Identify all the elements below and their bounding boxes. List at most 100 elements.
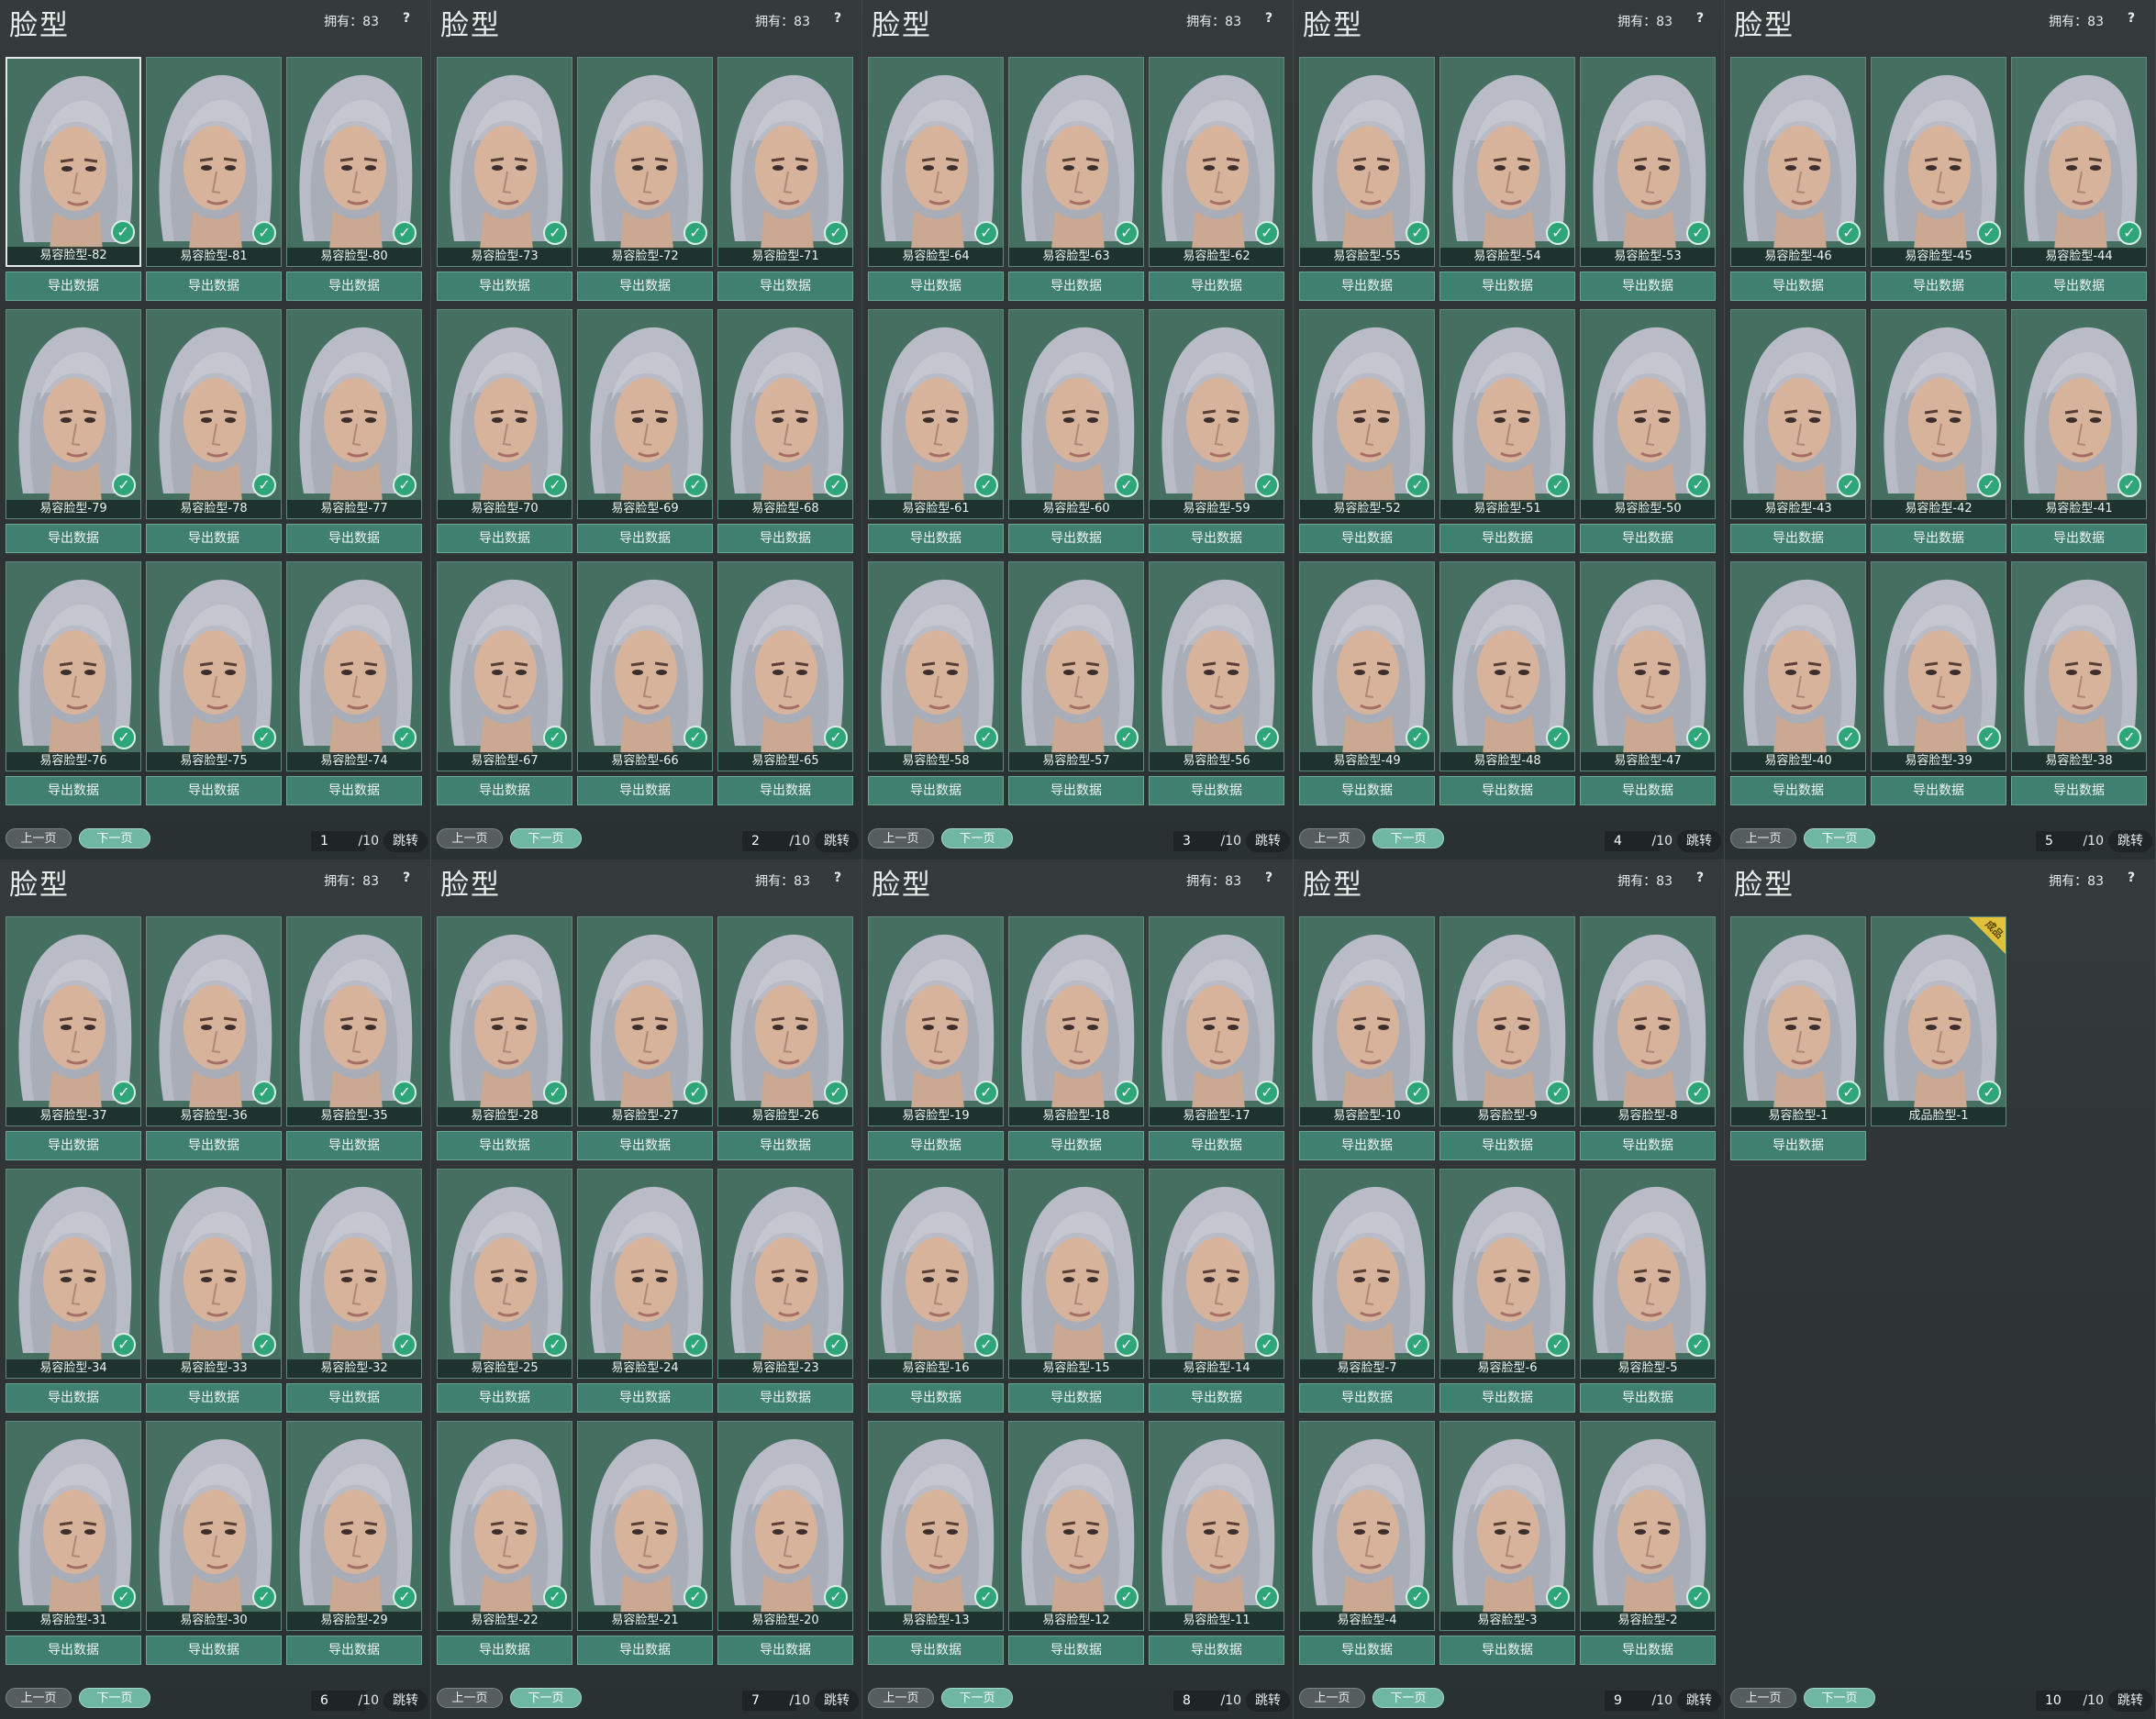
export-data-button[interactable]: 导出数据 xyxy=(1580,776,1716,805)
export-data-button[interactable]: 导出数据 xyxy=(1008,1131,1144,1160)
face-card[interactable]: ✓ 易容脸型-22 xyxy=(437,1421,572,1631)
face-card[interactable]: ✓ 易容脸型-64 xyxy=(868,57,1004,267)
export-data-button[interactable]: 导出数据 xyxy=(868,1636,1004,1665)
help-icon[interactable]: ? xyxy=(828,869,847,887)
export-data-button[interactable]: 导出数据 xyxy=(1149,1636,1284,1665)
help-icon[interactable]: ? xyxy=(1260,869,1278,887)
next-page-button[interactable]: 下一页 xyxy=(79,828,150,848)
export-data-button[interactable]: 导出数据 xyxy=(437,272,572,301)
face-card[interactable]: ✓ 易容脸型-30 xyxy=(146,1421,282,1631)
face-card[interactable]: ✓ 易容脸型-40 xyxy=(1730,561,1866,771)
face-card[interactable]: ✓ 易容脸型-68 xyxy=(717,309,853,519)
export-data-button[interactable]: 导出数据 xyxy=(6,1131,141,1160)
face-card[interactable]: ✓ 易容脸型-44 xyxy=(2011,57,2147,267)
face-card[interactable]: ✓ 易容脸型-19 xyxy=(868,916,1004,1126)
export-data-button[interactable]: 导出数据 xyxy=(1730,272,1866,301)
face-card[interactable]: ✓ 易容脸型-26 xyxy=(717,916,853,1126)
face-card[interactable]: ✓ 易容脸型-18 xyxy=(1008,916,1144,1126)
face-card[interactable]: ✓ 易容脸型-58 xyxy=(868,561,1004,771)
jump-button[interactable]: 跳转 xyxy=(1677,830,1721,852)
export-data-button[interactable]: 导出数据 xyxy=(1149,272,1284,301)
jump-button[interactable]: 跳转 xyxy=(1246,1690,1290,1712)
export-data-button[interactable]: 导出数据 xyxy=(437,1636,572,1665)
prev-page-button[interactable]: 上一页 xyxy=(1299,828,1365,848)
export-data-button[interactable]: 导出数据 xyxy=(1299,1636,1435,1665)
prev-page-button[interactable]: 上一页 xyxy=(6,828,72,848)
face-card[interactable]: ✓ 易容脸型-6 xyxy=(1439,1169,1575,1379)
export-data-button[interactable]: 导出数据 xyxy=(1299,1131,1435,1160)
face-card[interactable]: ✓ 易容脸型-28 xyxy=(437,916,572,1126)
face-card[interactable]: ✓ 易容脸型-52 xyxy=(1299,309,1435,519)
export-data-button[interactable]: 导出数据 xyxy=(1439,272,1575,301)
face-card[interactable]: ✓ 易容脸型-48 xyxy=(1439,561,1575,771)
face-card[interactable]: ✓ 易容脸型-57 xyxy=(1008,561,1144,771)
export-data-button[interactable]: 导出数据 xyxy=(146,524,282,553)
face-card[interactable]: ✓ 易容脸型-80 xyxy=(286,57,422,267)
next-page-button[interactable]: 下一页 xyxy=(510,1688,582,1708)
export-data-button[interactable]: 导出数据 xyxy=(577,776,713,805)
export-data-button[interactable]: 导出数据 xyxy=(437,1383,572,1413)
face-card[interactable]: ✓ 易容脸型-72 xyxy=(577,57,713,267)
face-card[interactable]: ✓ 成品脸型-1 成品 xyxy=(1871,916,2006,1126)
face-card[interactable]: ✓ 易容脸型-62 xyxy=(1149,57,1284,267)
export-data-button[interactable]: 导出数据 xyxy=(286,776,422,805)
export-data-button[interactable]: 导出数据 xyxy=(1008,1383,1144,1413)
face-card[interactable]: ✓ 易容脸型-2 xyxy=(1580,1421,1716,1631)
export-data-button[interactable]: 导出数据 xyxy=(1730,776,1866,805)
face-card[interactable]: ✓ 易容脸型-7 xyxy=(1299,1169,1435,1379)
prev-page-button[interactable]: 上一页 xyxy=(1730,1688,1796,1708)
export-data-button[interactable]: 导出数据 xyxy=(1149,1383,1284,1413)
face-card[interactable]: ✓ 易容脸型-71 xyxy=(717,57,853,267)
face-card[interactable]: ✓ 易容脸型-24 xyxy=(577,1169,713,1379)
face-card[interactable]: ✓ 易容脸型-36 xyxy=(146,916,282,1126)
export-data-button[interactable]: 导出数据 xyxy=(1871,524,2006,553)
export-data-button[interactable]: 导出数据 xyxy=(1580,272,1716,301)
face-card[interactable]: ✓ 易容脸型-56 xyxy=(1149,561,1284,771)
next-page-button[interactable]: 下一页 xyxy=(1804,828,1875,848)
next-page-button[interactable]: 下一页 xyxy=(1373,828,1444,848)
export-data-button[interactable]: 导出数据 xyxy=(868,1131,1004,1160)
help-icon[interactable]: ? xyxy=(1260,9,1278,28)
face-card[interactable]: ✓ 易容脸型-75 xyxy=(146,561,282,771)
export-data-button[interactable]: 导出数据 xyxy=(286,1131,422,1160)
face-card[interactable]: ✓ 易容脸型-39 xyxy=(1871,561,2006,771)
face-card[interactable]: ✓ 易容脸型-12 xyxy=(1008,1421,1144,1631)
export-data-button[interactable]: 导出数据 xyxy=(2011,272,2147,301)
face-card[interactable]: ✓ 易容脸型-66 xyxy=(577,561,713,771)
jump-button[interactable]: 跳转 xyxy=(383,830,428,852)
face-card[interactable]: ✓ 易容脸型-63 xyxy=(1008,57,1144,267)
export-data-button[interactable]: 导出数据 xyxy=(717,776,853,805)
export-data-button[interactable]: 导出数据 xyxy=(868,776,1004,805)
help-icon[interactable]: ? xyxy=(828,9,847,28)
export-data-button[interactable]: 导出数据 xyxy=(286,272,422,301)
export-data-button[interactable]: 导出数据 xyxy=(6,272,141,301)
face-card[interactable]: ✓ 易容脸型-23 xyxy=(717,1169,853,1379)
face-card[interactable]: ✓ 易容脸型-9 xyxy=(1439,916,1575,1126)
face-card[interactable]: ✓ 易容脸型-69 xyxy=(577,309,713,519)
prev-page-button[interactable]: 上一页 xyxy=(6,1688,72,1708)
export-data-button[interactable]: 导出数据 xyxy=(286,524,422,553)
face-card[interactable]: ✓ 易容脸型-43 xyxy=(1730,309,1866,519)
jump-button[interactable]: 跳转 xyxy=(815,1690,859,1712)
jump-button[interactable]: 跳转 xyxy=(1246,830,1290,852)
face-card[interactable]: ✓ 易容脸型-51 xyxy=(1439,309,1575,519)
jump-button[interactable]: 跳转 xyxy=(815,830,859,852)
jump-button[interactable]: 跳转 xyxy=(383,1690,428,1712)
prev-page-button[interactable]: 上一页 xyxy=(868,828,934,848)
face-card[interactable]: ✓ 易容脸型-42 xyxy=(1871,309,2006,519)
face-card[interactable]: ✓ 易容脸型-59 xyxy=(1149,309,1284,519)
help-icon[interactable]: ? xyxy=(397,869,416,887)
export-data-button[interactable]: 导出数据 xyxy=(437,1131,572,1160)
face-card[interactable]: ✓ 易容脸型-61 xyxy=(868,309,1004,519)
help-icon[interactable]: ? xyxy=(2122,869,2140,887)
export-data-button[interactable]: 导出数据 xyxy=(2011,524,2147,553)
face-card[interactable]: ✓ 易容脸型-35 xyxy=(286,916,422,1126)
export-data-button[interactable]: 导出数据 xyxy=(146,1636,282,1665)
export-data-button[interactable]: 导出数据 xyxy=(868,272,1004,301)
face-card[interactable]: ✓ 易容脸型-41 xyxy=(2011,309,2147,519)
next-page-button[interactable]: 下一页 xyxy=(79,1688,150,1708)
face-card[interactable]: ✓ 易容脸型-46 xyxy=(1730,57,1866,267)
jump-button[interactable]: 跳转 xyxy=(1677,1690,1721,1712)
export-data-button[interactable]: 导出数据 xyxy=(6,1636,141,1665)
export-data-button[interactable]: 导出数据 xyxy=(868,1383,1004,1413)
